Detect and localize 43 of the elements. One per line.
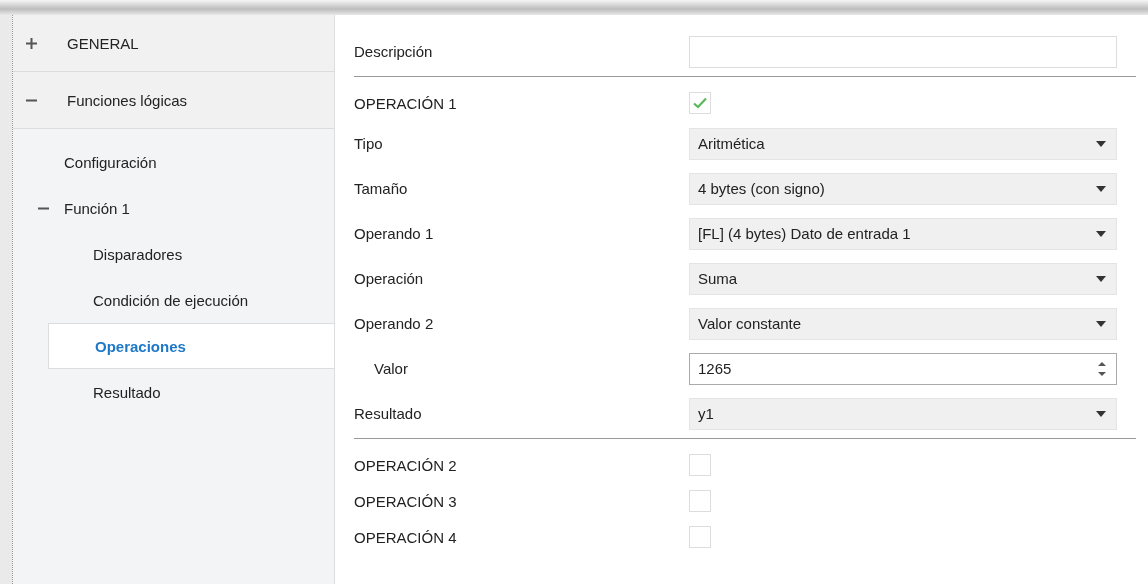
caret-icon: [1096, 140, 1106, 147]
tree-item[interactable]: Condición de ejecución: [19, 277, 334, 323]
tree-item[interactable]: Configuración: [19, 139, 334, 185]
description-field[interactable]: [689, 35, 1117, 68]
field-label: Descripción: [354, 43, 434, 60]
tree-group-label: GENERAL: [67, 34, 139, 52]
dropdown[interactable]: 4 bytes (con signo): [689, 172, 1117, 205]
operation-label: OPERACIÓN 4: [354, 528, 458, 546]
tree-item[interactable]: Operaciones: [48, 323, 334, 369]
tree-group-header[interactable]: GENERAL: [13, 15, 334, 72]
dropdown[interactable]: [FL] (4 bytes) Dato de entrada 1: [689, 217, 1117, 250]
field-label: Tipo: [354, 135, 384, 152]
field-label: Valor: [373, 360, 409, 377]
caret-icon: [1096, 185, 1106, 192]
checkbox[interactable]: [689, 454, 711, 476]
caret-icon: [1096, 320, 1106, 327]
field-label: Tamaño: [354, 180, 409, 197]
operation-label: OPERACIÓN 2: [354, 456, 458, 474]
dropdown[interactable]: Aritmética: [689, 127, 1117, 160]
check-icon: [693, 97, 707, 109]
checkbox[interactable]: [689, 92, 711, 114]
operation-label: OPERACIÓN 1: [354, 94, 458, 112]
field-label: Operando 2: [354, 315, 435, 332]
caret-icon: [1096, 410, 1106, 417]
caret-icon: [1096, 230, 1106, 237]
number-field[interactable]: 1265: [689, 352, 1117, 385]
caret-icon: [1096, 275, 1106, 282]
field-label: Operando 1: [354, 225, 435, 242]
checkbox[interactable]: [689, 526, 711, 548]
tree-item[interactable]: Función 1: [19, 185, 334, 231]
operation-label: OPERACIÓN 3: [354, 492, 458, 510]
dropdown[interactable]: y1: [689, 397, 1117, 430]
field-label: Operación: [354, 270, 425, 287]
field-label: Resultado: [354, 405, 423, 422]
spinner-icon[interactable]: [1098, 360, 1106, 377]
tree-group-header[interactable]: Funciones lógicas: [13, 72, 334, 129]
expand-icon[interactable]: [26, 37, 37, 49]
checkbox[interactable]: [689, 490, 711, 512]
tree-item[interactable]: Disparadores: [19, 231, 334, 277]
tree-group-label: Funciones lógicas: [67, 91, 188, 109]
dropdown[interactable]: Valor constante: [689, 307, 1117, 340]
dropdown[interactable]: Suma: [689, 262, 1117, 295]
tree-item[interactable]: Resultado: [19, 369, 334, 415]
